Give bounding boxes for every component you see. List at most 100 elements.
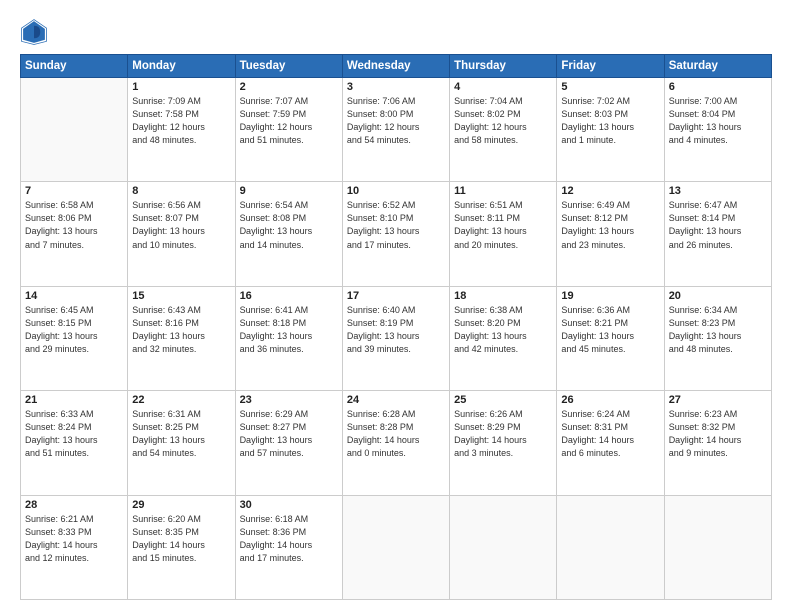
calendar-cell: 26Sunrise: 6:24 AM Sunset: 8:31 PM Dayli… [557, 391, 664, 495]
calendar-cell: 28Sunrise: 6:21 AM Sunset: 8:33 PM Dayli… [21, 495, 128, 599]
day-number: 9 [240, 185, 338, 197]
calendar-cell: 24 Sunrise: 6:28 AM Sunset: 8:28 PM Dayli… [342, 391, 449, 495]
logo [20, 18, 52, 46]
day-info: Sunrise: 6:54 AM Sunset: 8:08 PM Dayligh… [240, 199, 338, 251]
calendar-cell: 13 Sunrise: 6:47 AM Sunset: 8:14 PM Dayli… [664, 182, 771, 286]
day-info: Sunrise: 6:18 AM Sunset: 8:36 PM Dayligh… [240, 513, 338, 565]
day-info: Sunrise: 7:07 AM Sunset: 7:59 PM Dayligh… [240, 95, 338, 147]
day-number: 16 [240, 290, 338, 302]
calendar-day-header: Tuesday [235, 55, 342, 78]
day-number: 14 [25, 290, 123, 302]
day-number: 6 [669, 81, 767, 93]
calendar-cell: 4 Sunrise: 7:04 AM Sunset: 8:02 PM Daylig… [450, 78, 557, 182]
day-number: 18 [454, 290, 552, 302]
day-info: Sunrise: 6:31 AM Sunset: 8:25 PM Dayligh… [132, 408, 230, 460]
calendar-cell: 20 Sunrise: 6:34 AM Sunset: 8:23 PM Dayli… [664, 286, 771, 390]
calendar-week-row: 1Sunrise: 7:09 AM Sunset: 7:58 PM Daylig… [21, 78, 772, 182]
header [20, 18, 772, 46]
day-info: Sunrise: 6:28 AM Sunset: 8:28 PM Dayligh… [347, 408, 445, 460]
calendar-cell [342, 495, 449, 599]
day-info: Sunrise: 6:34 AM Sunset: 8:23 PM Dayligh… [669, 304, 767, 356]
day-info: Sunrise: 6:49 AM Sunset: 8:12 PM Dayligh… [561, 199, 659, 251]
day-info: Sunrise: 6:43 AM Sunset: 8:16 PM Dayligh… [132, 304, 230, 356]
calendar-cell: 30 Sunrise: 6:18 AM Sunset: 8:36 PM Dayli… [235, 495, 342, 599]
calendar-cell: 16 Sunrise: 6:41 AM Sunset: 8:18 PM Dayli… [235, 286, 342, 390]
calendar-cell: 12 Sunrise: 6:49 AM Sunset: 8:12 PM Dayli… [557, 182, 664, 286]
day-number: 28 [25, 499, 123, 511]
calendar-cell [557, 495, 664, 599]
calendar-cell: 22 Sunrise: 6:31 AM Sunset: 8:25 PM Dayli… [128, 391, 235, 495]
calendar-cell: 11Sunrise: 6:51 AM Sunset: 8:11 PM Dayli… [450, 182, 557, 286]
calendar-day-header: Thursday [450, 55, 557, 78]
calendar-cell: 17Sunrise: 6:40 AM Sunset: 8:19 PM Dayli… [342, 286, 449, 390]
day-number: 5 [561, 81, 659, 93]
day-number: 15 [132, 290, 230, 302]
day-number: 17 [347, 290, 445, 302]
calendar-cell: 8 Sunrise: 6:56 AM Sunset: 8:07 PM Daylig… [128, 182, 235, 286]
day-number: 27 [669, 394, 767, 406]
calendar-day-header: Sunday [21, 55, 128, 78]
day-info: Sunrise: 7:02 AM Sunset: 8:03 PM Dayligh… [561, 95, 659, 147]
calendar-week-row: 28Sunrise: 6:21 AM Sunset: 8:33 PM Dayli… [21, 495, 772, 599]
day-number: 24 [347, 394, 445, 406]
calendar-cell: 6Sunrise: 7:00 AM Sunset: 8:04 PM Daylig… [664, 78, 771, 182]
day-info: Sunrise: 6:20 AM Sunset: 8:35 PM Dayligh… [132, 513, 230, 565]
day-number: 1 [132, 81, 230, 93]
day-number: 8 [132, 185, 230, 197]
day-info: Sunrise: 6:36 AM Sunset: 8:21 PM Dayligh… [561, 304, 659, 356]
calendar-cell: 27 Sunrise: 6:23 AM Sunset: 8:32 PM Dayli… [664, 391, 771, 495]
calendar-cell: 21 Sunrise: 6:33 AM Sunset: 8:24 PM Dayli… [21, 391, 128, 495]
day-number: 21 [25, 394, 123, 406]
day-info: Sunrise: 6:26 AM Sunset: 8:29 PM Dayligh… [454, 408, 552, 460]
calendar-cell: 25 Sunrise: 6:26 AM Sunset: 8:29 PM Dayli… [450, 391, 557, 495]
calendar-cell: 5 Sunrise: 7:02 AM Sunset: 8:03 PM Daylig… [557, 78, 664, 182]
day-info: Sunrise: 7:06 AM Sunset: 8:00 PM Dayligh… [347, 95, 445, 147]
calendar-cell [664, 495, 771, 599]
day-info: Sunrise: 6:56 AM Sunset: 8:07 PM Dayligh… [132, 199, 230, 251]
calendar-week-row: 7Sunrise: 6:58 AM Sunset: 8:06 PM Daylig… [21, 182, 772, 286]
day-info: Sunrise: 6:38 AM Sunset: 8:20 PM Dayligh… [454, 304, 552, 356]
day-info: Sunrise: 6:29 AM Sunset: 8:27 PM Dayligh… [240, 408, 338, 460]
calendar-cell: 29 Sunrise: 6:20 AM Sunset: 8:35 PM Dayli… [128, 495, 235, 599]
calendar-day-header: Friday [557, 55, 664, 78]
calendar-cell: 7Sunrise: 6:58 AM Sunset: 8:06 PM Daylig… [21, 182, 128, 286]
calendar-table: SundayMondayTuesdayWednesdayThursdayFrid… [20, 54, 772, 600]
day-number: 2 [240, 81, 338, 93]
day-number: 3 [347, 81, 445, 93]
day-info: Sunrise: 6:47 AM Sunset: 8:14 PM Dayligh… [669, 199, 767, 251]
logo-icon [20, 18, 48, 46]
day-number: 4 [454, 81, 552, 93]
page: SundayMondayTuesdayWednesdayThursdayFrid… [0, 0, 792, 612]
day-number: 19 [561, 290, 659, 302]
calendar-week-row: 21 Sunrise: 6:33 AM Sunset: 8:24 PM Dayli… [21, 391, 772, 495]
calendar-day-header: Monday [128, 55, 235, 78]
calendar-cell: 19 Sunrise: 6:36 AM Sunset: 8:21 PM Dayli… [557, 286, 664, 390]
day-number: 7 [25, 185, 123, 197]
calendar-cell: 10 Sunrise: 6:52 AM Sunset: 8:10 PM Dayli… [342, 182, 449, 286]
calendar-cell [450, 495, 557, 599]
calendar-cell: 3 Sunrise: 7:06 AM Sunset: 8:00 PM Daylig… [342, 78, 449, 182]
day-info: Sunrise: 6:52 AM Sunset: 8:10 PM Dayligh… [347, 199, 445, 251]
day-info: Sunrise: 6:23 AM Sunset: 8:32 PM Dayligh… [669, 408, 767, 460]
day-info: Sunrise: 6:33 AM Sunset: 8:24 PM Dayligh… [25, 408, 123, 460]
day-number: 29 [132, 499, 230, 511]
day-info: Sunrise: 6:24 AM Sunset: 8:31 PM Dayligh… [561, 408, 659, 460]
calendar-day-header: Saturday [664, 55, 771, 78]
day-number: 25 [454, 394, 552, 406]
day-number: 10 [347, 185, 445, 197]
day-number: 23 [240, 394, 338, 406]
day-number: 30 [240, 499, 338, 511]
day-number: 20 [669, 290, 767, 302]
day-number: 12 [561, 185, 659, 197]
calendar-cell: 1Sunrise: 7:09 AM Sunset: 7:58 PM Daylig… [128, 78, 235, 182]
day-number: 22 [132, 394, 230, 406]
day-info: Sunrise: 6:45 AM Sunset: 8:15 PM Dayligh… [25, 304, 123, 356]
day-number: 13 [669, 185, 767, 197]
day-info: Sunrise: 7:04 AM Sunset: 8:02 PM Dayligh… [454, 95, 552, 147]
calendar-cell: 2 Sunrise: 7:07 AM Sunset: 7:59 PM Daylig… [235, 78, 342, 182]
calendar-cell [21, 78, 128, 182]
calendar-cell: 18 Sunrise: 6:38 AM Sunset: 8:20 PM Dayli… [450, 286, 557, 390]
calendar-header-row: SundayMondayTuesdayWednesdayThursdayFrid… [21, 55, 772, 78]
day-info: Sunrise: 6:41 AM Sunset: 8:18 PM Dayligh… [240, 304, 338, 356]
calendar-cell: 9 Sunrise: 6:54 AM Sunset: 8:08 PM Daylig… [235, 182, 342, 286]
